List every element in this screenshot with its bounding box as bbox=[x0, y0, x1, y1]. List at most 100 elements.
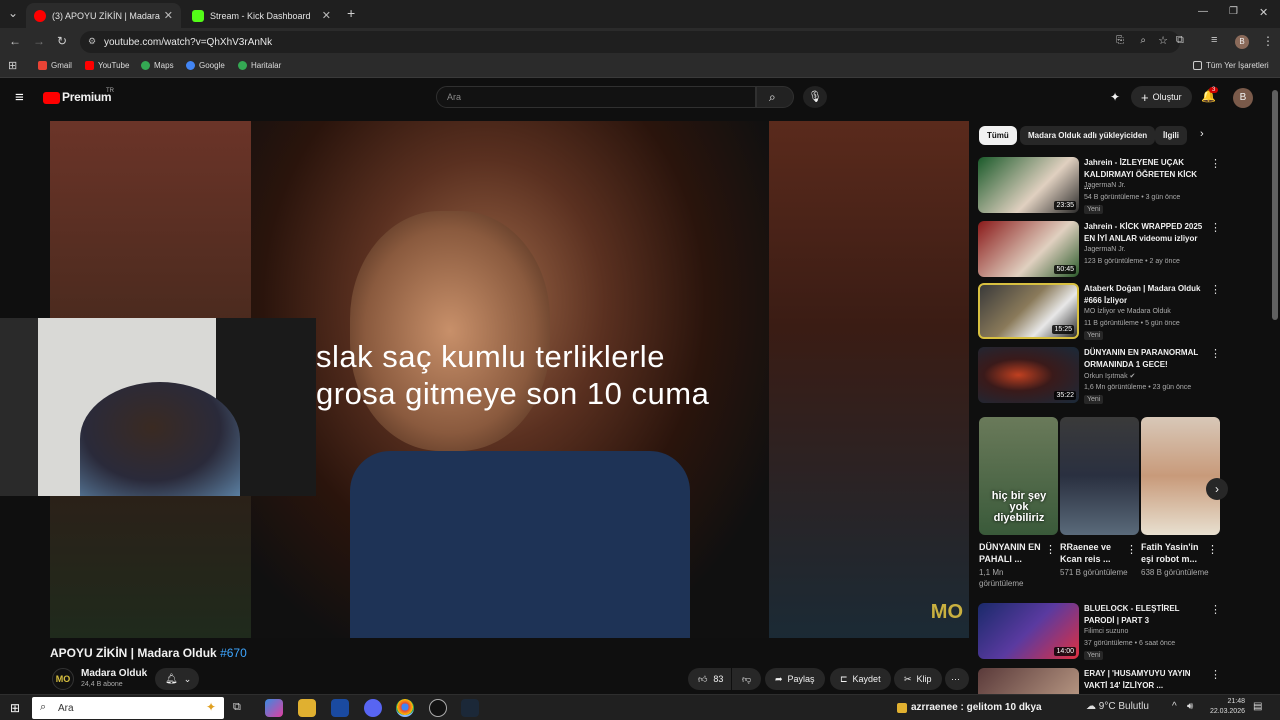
video-thumbnail[interactable]: 15:25 bbox=[978, 283, 1079, 339]
close-icon[interactable]: ✕ bbox=[164, 9, 173, 22]
bookmark-maps[interactable]: Maps bbox=[141, 61, 174, 70]
more-icon[interactable]: ⋮ bbox=[1126, 543, 1137, 556]
avatar[interactable]: B bbox=[1233, 88, 1253, 108]
recommendation-item[interactable]: ERAY | 'HUSAMYUYU YAYIN VAKTİ 14' İZLİYO… bbox=[978, 668, 1218, 694]
bookmark-haritalar[interactable]: Haritalar bbox=[238, 61, 281, 70]
bookmark-youtube[interactable]: YouTube bbox=[85, 61, 129, 70]
address-bar[interactable]: ⚙ youtube.com/watch?v=QhXhV3rAnNk ⎘ ⌕ ☆ bbox=[80, 31, 1180, 53]
subscribed-bell-button[interactable]: 🔔︎ ⌄ bbox=[155, 668, 199, 690]
copilot-icon[interactable] bbox=[265, 699, 283, 717]
task-view-icon[interactable]: ⧉ bbox=[233, 701, 241, 714]
like-button[interactable]: 👍︎ 83 bbox=[688, 668, 732, 690]
clip-button[interactable]: ✂ Klip bbox=[894, 668, 942, 690]
recommendation-item[interactable]: 14:00 BLUELOCK - ELEŞTİREL PARODİ | PART… bbox=[978, 603, 1221, 660]
create-button[interactable]: + Oluştur bbox=[1131, 86, 1192, 108]
video-thumbnail[interactable]: 23:35 bbox=[978, 157, 1079, 213]
video-thumbnail[interactable]: 35:22 bbox=[978, 347, 1079, 403]
page-scrollbar[interactable] bbox=[1272, 90, 1278, 320]
channel-avatar[interactable]: MO bbox=[52, 668, 74, 690]
chip-from-uploader[interactable]: Madara Olduk adlı yükleyiciden bbox=[1020, 126, 1156, 145]
more-icon[interactable]: ⋮ bbox=[1210, 603, 1221, 616]
video-thumbnail[interactable]: 14:00 bbox=[978, 603, 1079, 659]
recommendation-title[interactable]: ERAY | 'HUSAMYUYU YAYIN VAKTİ 14' İZLİYO… bbox=[1084, 668, 1204, 692]
video-thumbnail[interactable]: 50:45 bbox=[978, 221, 1079, 277]
recommendation-item[interactable]: 15:25 Ataberk Doğan | Madara Olduk #666 … bbox=[978, 283, 1221, 340]
bookmark-google[interactable]: Google bbox=[186, 61, 225, 70]
apps-grid-icon[interactable]: ⊞ bbox=[8, 59, 17, 72]
dislike-button[interactable]: 👎︎ bbox=[732, 668, 762, 690]
video-thumbnail[interactable] bbox=[978, 668, 1079, 694]
clock[interactable]: 21:48 22.03.2026 bbox=[1207, 697, 1245, 717]
short-thumbnail[interactable] bbox=[1141, 417, 1220, 535]
minimize-icon[interactable]: — bbox=[1198, 6, 1208, 17]
search-input[interactable]: Ara bbox=[436, 86, 756, 108]
recommendation-title[interactable]: DÜNYANIN EN PARANORMAL ORMANINDA 1 GECE! bbox=[1084, 347, 1204, 371]
hamburger-menu-icon[interactable]: ≡ bbox=[15, 89, 24, 106]
short-title[interactable]: RRaenee ve Kcan reis ... bbox=[1060, 541, 1124, 565]
more-icon[interactable]: ⋮ bbox=[1210, 283, 1221, 296]
short-title[interactable]: Fatih Yasin'in eşi robot m... bbox=[1141, 541, 1205, 565]
all-bookmarks[interactable]: Tüm Yer İşaretleri bbox=[1193, 61, 1269, 70]
close-icon[interactable]: ✕ bbox=[322, 9, 331, 22]
share-button[interactable]: ➦ Paylaş bbox=[765, 668, 825, 690]
more-icon[interactable]: ⋮ bbox=[1210, 221, 1221, 234]
tab-search-icon[interactable]: ⌄ bbox=[8, 6, 18, 20]
back-icon[interactable]: ← bbox=[9, 34, 21, 48]
recommendation-title[interactable]: Ataberk Doğan | Madara Olduk #666 İzliyo… bbox=[1084, 283, 1204, 307]
weather-widget[interactable]: ☁ 9°C Bulutlu bbox=[1086, 701, 1149, 712]
more-icon[interactable]: ⋮ bbox=[1210, 157, 1221, 170]
tray-chevron-icon[interactable]: ^ bbox=[1172, 701, 1177, 712]
zoom-icon[interactable]: ⌕ bbox=[1140, 35, 1146, 46]
more-icon[interactable]: ⋮ bbox=[1210, 668, 1218, 681]
menu-kebab-icon[interactable]: ⋮ bbox=[1262, 34, 1274, 48]
recommendation-channel[interactable]: JagermaN Jr. bbox=[1084, 246, 1126, 253]
recommendation-channel[interactable]: Orkun Işıtmak ✔ bbox=[1084, 372, 1135, 380]
chrome-icon[interactable] bbox=[396, 699, 414, 717]
bookmark-star-icon[interactable]: ☆ bbox=[1158, 34, 1168, 47]
tab-kick[interactable]: Stream - Kick Dashboard ✕ bbox=[184, 3, 339, 28]
extensions-icon[interactable]: ⧉ bbox=[1176, 34, 1184, 47]
install-icon[interactable]: ⎘ bbox=[1116, 35, 1124, 46]
new-tab-icon[interactable]: + bbox=[347, 5, 355, 21]
file-explorer-icon[interactable] bbox=[298, 699, 316, 717]
steam-icon[interactable] bbox=[461, 699, 479, 717]
chip-related[interactable]: İlgili bbox=[1155, 126, 1187, 145]
tab-youtube[interactable]: (3) APOYU ZİKİN | Madara Oldu ✕ bbox=[26, 3, 181, 28]
windows-start-icon[interactable]: ⊞ bbox=[10, 701, 20, 715]
short-thumbnail[interactable] bbox=[1060, 417, 1139, 535]
chip-all[interactable]: Tümü bbox=[979, 126, 1017, 145]
site-info-icon[interactable]: ⚙ bbox=[88, 36, 96, 47]
recommendation-title[interactable]: BLUELOCK - ELEŞTİREL PARODİ | PART 3 bbox=[1084, 603, 1204, 627]
recommendation-channel[interactable]: Filimci suzuno bbox=[1084, 628, 1128, 635]
search-button[interactable]: ⌕ bbox=[756, 86, 794, 108]
volume-icon[interactable]: 🔊︎ bbox=[1187, 701, 1193, 712]
taskbar-search-input[interactable]: ⌕ Ara ✦ bbox=[32, 697, 224, 719]
voice-search-icon[interactable]: 🎙 bbox=[803, 86, 827, 108]
recommendation-channel[interactable]: JagermaN Jr. bbox=[1084, 182, 1126, 189]
reading-list-icon[interactable]: ≡ bbox=[1211, 34, 1217, 46]
recommendation-item[interactable]: 23:35 Jahrein - İZLEYENE UÇAK KALDIRMAYI… bbox=[978, 157, 1221, 214]
youtube-logo-icon[interactable] bbox=[43, 92, 60, 104]
recommendation-item[interactable]: 50:45 Jahrein - KİCK WRAPPED 2025 EN İYİ… bbox=[978, 221, 1221, 277]
more-icon[interactable]: ⋮ bbox=[1207, 543, 1218, 556]
notification-center-icon[interactable]: ▤ bbox=[1253, 701, 1262, 712]
app-icon[interactable] bbox=[331, 699, 349, 717]
short-item[interactable]: RRaenee ve Kcan reis ... 571 B görüntüle… bbox=[1060, 417, 1139, 578]
more-icon[interactable]: ⋮ bbox=[1045, 543, 1056, 556]
recommendation-channel[interactable]: MO İzliyor ve Madara Olduk bbox=[1084, 308, 1171, 315]
obs-icon[interactable] bbox=[429, 699, 447, 717]
recommendation-item[interactable]: 35:22 DÜNYANIN EN PARANORMAL ORMANINDA 1… bbox=[978, 347, 1221, 404]
hashtag-link[interactable]: #670 bbox=[220, 646, 247, 660]
chevron-right-icon[interactable]: › bbox=[1200, 128, 1204, 140]
channel-name[interactable]: Madara Olduk bbox=[81, 668, 147, 679]
reload-icon[interactable]: ↻ bbox=[57, 34, 67, 48]
recommendation-title[interactable]: Jahrein - KİCK WRAPPED 2025 EN İYİ ANLAR… bbox=[1084, 221, 1204, 245]
restore-icon[interactable]: ❐ bbox=[1229, 6, 1238, 17]
forward-icon[interactable]: → bbox=[33, 34, 45, 48]
more-icon[interactable]: ⋮ bbox=[1210, 347, 1221, 360]
cast-icon[interactable]: ✦ bbox=[1110, 90, 1120, 104]
save-button[interactable]: ⊏ Kaydet bbox=[830, 668, 891, 690]
profile-avatar[interactable]: B bbox=[1235, 35, 1249, 49]
window-close-icon[interactable]: ✕ bbox=[1259, 6, 1268, 19]
short-title[interactable]: DÜNYANIN EN PAHALI ... bbox=[979, 541, 1043, 565]
